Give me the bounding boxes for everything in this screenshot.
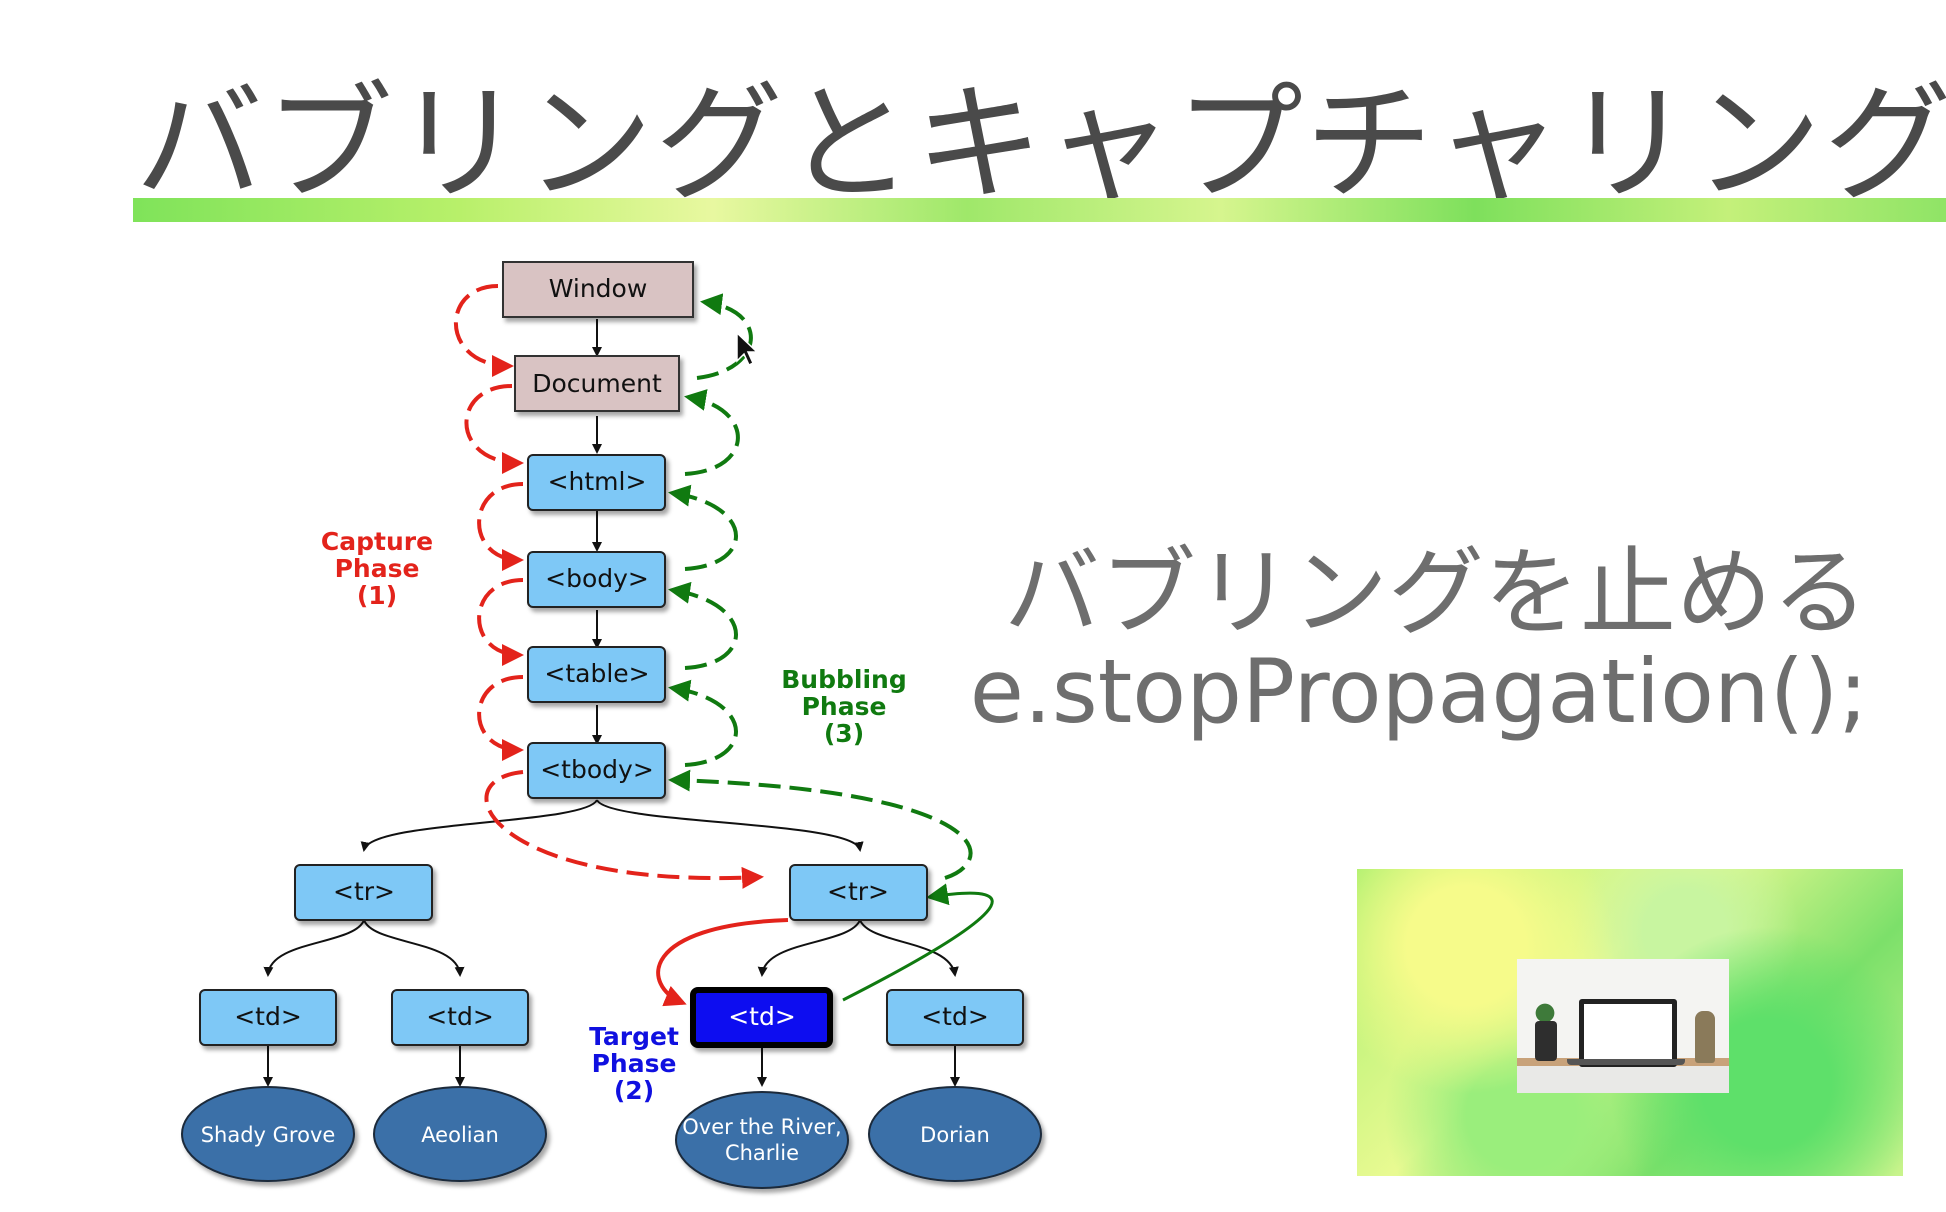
svg-text:Phase: Phase <box>335 554 420 583</box>
node-tr-right-label: <tr> <box>827 877 889 906</box>
node-body-label: <body> <box>545 564 649 593</box>
svg-text:Target: Target <box>589 1022 679 1051</box>
leaf-over-the-river <box>675 1091 849 1189</box>
plant-pot-icon <box>1535 1021 1557 1061</box>
leaf-over-the-river-label-1: Over the River, <box>682 1115 841 1139</box>
node-td-4-label: <td> <box>921 1002 989 1031</box>
node-td-1-label: <td> <box>234 1002 302 1031</box>
leaf-aeolian-label: Aeolian <box>421 1123 499 1147</box>
svg-text:Phase: Phase <box>592 1049 677 1078</box>
node-table-label: <table> <box>544 659 649 688</box>
svg-text:Bubbling: Bubbling <box>781 665 906 694</box>
leaf-shady-grove-label: Shady Grove <box>201 1123 336 1147</box>
svg-text:Phase: Phase <box>802 692 887 721</box>
bottle-icon <box>1695 1011 1715 1063</box>
capture-phase-label: Capture Phase (1) <box>321 527 433 610</box>
bubbling-arrows <box>668 293 973 880</box>
desk-laptop-image <box>1517 959 1729 1093</box>
node-tbody-label: <tbody> <box>540 755 654 784</box>
leaf-over-the-river-label-2: Charlie <box>725 1141 799 1165</box>
laptop-base-icon <box>1567 1059 1685 1065</box>
laptop-screen-icon <box>1579 999 1677 1067</box>
presenter-thumbnail <box>1357 869 1903 1176</box>
svg-text:(2): (2) <box>614 1076 654 1105</box>
node-tr-left-label: <tr> <box>333 877 395 906</box>
node-document-label: Document <box>532 369 662 398</box>
bubbling-phase-label: Bubbling Phase (3) <box>781 665 906 748</box>
target-phase-label: Target Phase (2) <box>589 1022 679 1105</box>
svg-text:(1): (1) <box>357 581 397 610</box>
svg-text:(3): (3) <box>824 719 864 748</box>
node-td-target-label: <td> <box>728 1002 796 1031</box>
node-td-2-label: <td> <box>426 1002 494 1031</box>
node-html-label: <html> <box>548 467 647 496</box>
leaf-dorian-label: Dorian <box>920 1123 990 1147</box>
node-window-label: Window <box>549 274 648 303</box>
svg-text:Capture: Capture <box>321 527 433 556</box>
